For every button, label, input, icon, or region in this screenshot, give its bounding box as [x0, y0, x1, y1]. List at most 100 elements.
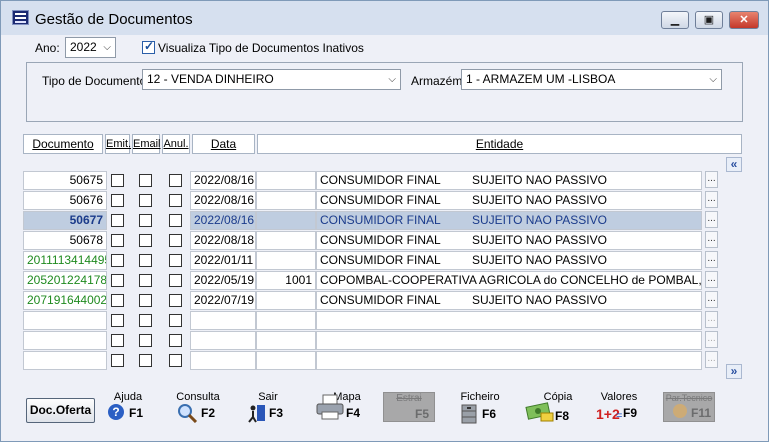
table-row[interactable]: [23, 351, 703, 370]
entidade-number-cell[interactable]: [256, 331, 316, 350]
table-row[interactable]: [23, 331, 703, 350]
entidade-cell[interactable]: CONSUMIDOR FINAL SUJEITO NAO PASSIVO: [316, 211, 702, 230]
ajuda-button[interactable]: Ajuda ? F1: [105, 389, 151, 429]
table-row[interactable]: 2011113414495 2022/01/11 CONSUMIDOR FINAL S…: [23, 251, 703, 270]
scroll-right-icon[interactable]: »: [726, 364, 742, 379]
email-checkbox[interactable]: [139, 334, 152, 347]
entidade-cell[interactable]: CONSUMIDOR FINAL SUJEITO NAO PASSIVO: [316, 191, 702, 210]
anul-checkbox[interactable]: [169, 174, 182, 187]
anul-checkbox[interactable]: [169, 314, 182, 327]
anul-checkbox[interactable]: [169, 214, 182, 227]
anul-checkbox[interactable]: [169, 254, 182, 267]
entidade-cell[interactable]: CONSUMIDOR FINAL SUJEITO NAO PASSIVO: [316, 291, 702, 310]
email-checkbox[interactable]: [139, 294, 152, 307]
data-cell[interactable]: [190, 331, 256, 350]
maximize-button[interactable]: ▣: [695, 11, 723, 29]
ficheiro-button[interactable]: Ficheiro F6: [457, 389, 503, 429]
sair-button[interactable]: Sair F3: [245, 389, 291, 429]
documento-cell[interactable]: 2071916440024: [23, 291, 107, 310]
data-cell[interactable]: 2022/08/18: [190, 231, 256, 250]
column-header-data[interactable]: Data: [192, 134, 255, 154]
column-header-entidade[interactable]: Entidade: [257, 134, 742, 154]
documento-cell[interactable]: [23, 311, 107, 330]
column-header-emit[interactable]: Emit.: [105, 134, 131, 154]
data-cell[interactable]: 2022/05/19: [190, 271, 256, 290]
entidade-number-cell[interactable]: [256, 231, 316, 250]
entidade-number-cell[interactable]: [256, 211, 316, 230]
email-checkbox[interactable]: [139, 354, 152, 367]
email-checkbox[interactable]: [139, 214, 152, 227]
entidade-cell[interactable]: CONSUMIDOR FINAL SUJEITO NAO PASSIVO: [316, 251, 702, 270]
row-detail-button[interactable]: ...: [705, 171, 718, 188]
entidade-cell[interactable]: COPOMBAL-COOPERATIVA AGRICOLA do CONCELH…: [316, 271, 702, 290]
close-button[interactable]: ✕: [729, 11, 759, 29]
entidade-number-cell[interactable]: [256, 291, 316, 310]
column-header-email[interactable]: Email: [132, 134, 161, 154]
mapa-button[interactable]: Mapa F4: [313, 389, 363, 429]
emit-checkbox[interactable]: [111, 334, 124, 347]
tipo-documento-select[interactable]: 12 - VENDA DINHEIRO ⌵: [142, 69, 401, 90]
anul-checkbox[interactable]: [169, 274, 182, 287]
emit-checkbox[interactable]: [111, 194, 124, 207]
table-row[interactable]: 50678 2022/08/18 CONSUMIDOR FINAL SUJEITO N…: [23, 231, 703, 250]
entidade-number-cell[interactable]: 1001: [256, 271, 316, 290]
data-cell[interactable]: 2022/01/11: [190, 251, 256, 270]
copia-button[interactable]: Cópia F8: [525, 389, 573, 429]
ano-select[interactable]: 2022 ⌵: [65, 37, 116, 58]
row-detail-button[interactable]: ...: [705, 231, 718, 248]
entidade-number-cell[interactable]: [256, 171, 316, 190]
entidade-cell[interactable]: CONSUMIDOR FINAL SUJEITO NAO PASSIVO: [316, 231, 702, 250]
consulta-button[interactable]: Consulta F2: [175, 389, 221, 429]
valores-button[interactable]: Valores 1+2 = F9: [595, 389, 643, 429]
data-cell[interactable]: [190, 311, 256, 330]
row-detail-button[interactable]: ...: [705, 191, 718, 208]
email-checkbox[interactable]: [139, 174, 152, 187]
scroll-left-icon[interactable]: «: [726, 157, 742, 172]
emit-checkbox[interactable]: [111, 254, 124, 267]
data-cell[interactable]: 2022/07/19: [190, 291, 256, 310]
data-cell[interactable]: 2022/08/16: [190, 211, 256, 230]
emit-checkbox[interactable]: [111, 314, 124, 327]
email-checkbox[interactable]: [139, 314, 152, 327]
table-row[interactable]: 2052012241788 2022/05/19 1001 COPOMBAL-COOP…: [23, 271, 703, 290]
row-detail-button[interactable]: ...: [705, 311, 718, 328]
documento-cell[interactable]: [23, 331, 107, 350]
documento-cell[interactable]: 50677: [23, 211, 107, 230]
emit-checkbox[interactable]: [111, 274, 124, 287]
entidade-cell[interactable]: [316, 331, 702, 350]
column-header-anul[interactable]: Anul.: [162, 134, 190, 154]
documento-cell[interactable]: [23, 351, 107, 370]
documento-cell[interactable]: 50678: [23, 231, 107, 250]
row-detail-button[interactable]: ...: [705, 351, 718, 368]
table-row[interactable]: [23, 311, 703, 330]
data-cell[interactable]: [190, 351, 256, 370]
row-detail-button[interactable]: ...: [705, 251, 718, 268]
emit-checkbox[interactable]: [111, 294, 124, 307]
doc-oferta-button[interactable]: Doc.Oferta: [26, 398, 95, 423]
emit-checkbox[interactable]: [111, 214, 124, 227]
emit-checkbox[interactable]: [111, 354, 124, 367]
entidade-cell[interactable]: [316, 311, 702, 330]
email-checkbox[interactable]: [139, 254, 152, 267]
anul-checkbox[interactable]: [169, 334, 182, 347]
email-checkbox[interactable]: [139, 194, 152, 207]
entidade-number-cell[interactable]: [256, 351, 316, 370]
anul-checkbox[interactable]: [169, 294, 182, 307]
entidade-number-cell[interactable]: [256, 191, 316, 210]
row-detail-button[interactable]: ...: [705, 291, 718, 308]
row-detail-button[interactable]: ...: [705, 271, 718, 288]
estrai-button[interactable]: Estrai F5: [383, 392, 435, 422]
email-checkbox[interactable]: [139, 274, 152, 287]
table-row[interactable]: 50675 2022/08/16 CONSUMIDOR FINAL SUJEITO N…: [23, 171, 703, 190]
table-row[interactable]: 2071916440024 2022/07/19 CONSUMIDOR FINAL S…: [23, 291, 703, 310]
visualiza-inativos-checkbox[interactable]: [142, 39, 155, 54]
column-header-documento[interactable]: Documento: [23, 134, 103, 154]
documento-cell[interactable]: 50676: [23, 191, 107, 210]
documento-cell[interactable]: 2011113414495: [23, 251, 107, 270]
table-row[interactable]: 50677 2022/08/16 CONSUMIDOR FINAL SUJEITO N…: [23, 211, 703, 230]
emit-checkbox[interactable]: [111, 234, 124, 247]
entidade-cell[interactable]: [316, 351, 702, 370]
entidade-number-cell[interactable]: [256, 311, 316, 330]
documento-cell[interactable]: 2052012241788: [23, 271, 107, 290]
armazem-select[interactable]: 1 - ARMAZEM UM -LISBOA ⌵: [461, 69, 722, 90]
